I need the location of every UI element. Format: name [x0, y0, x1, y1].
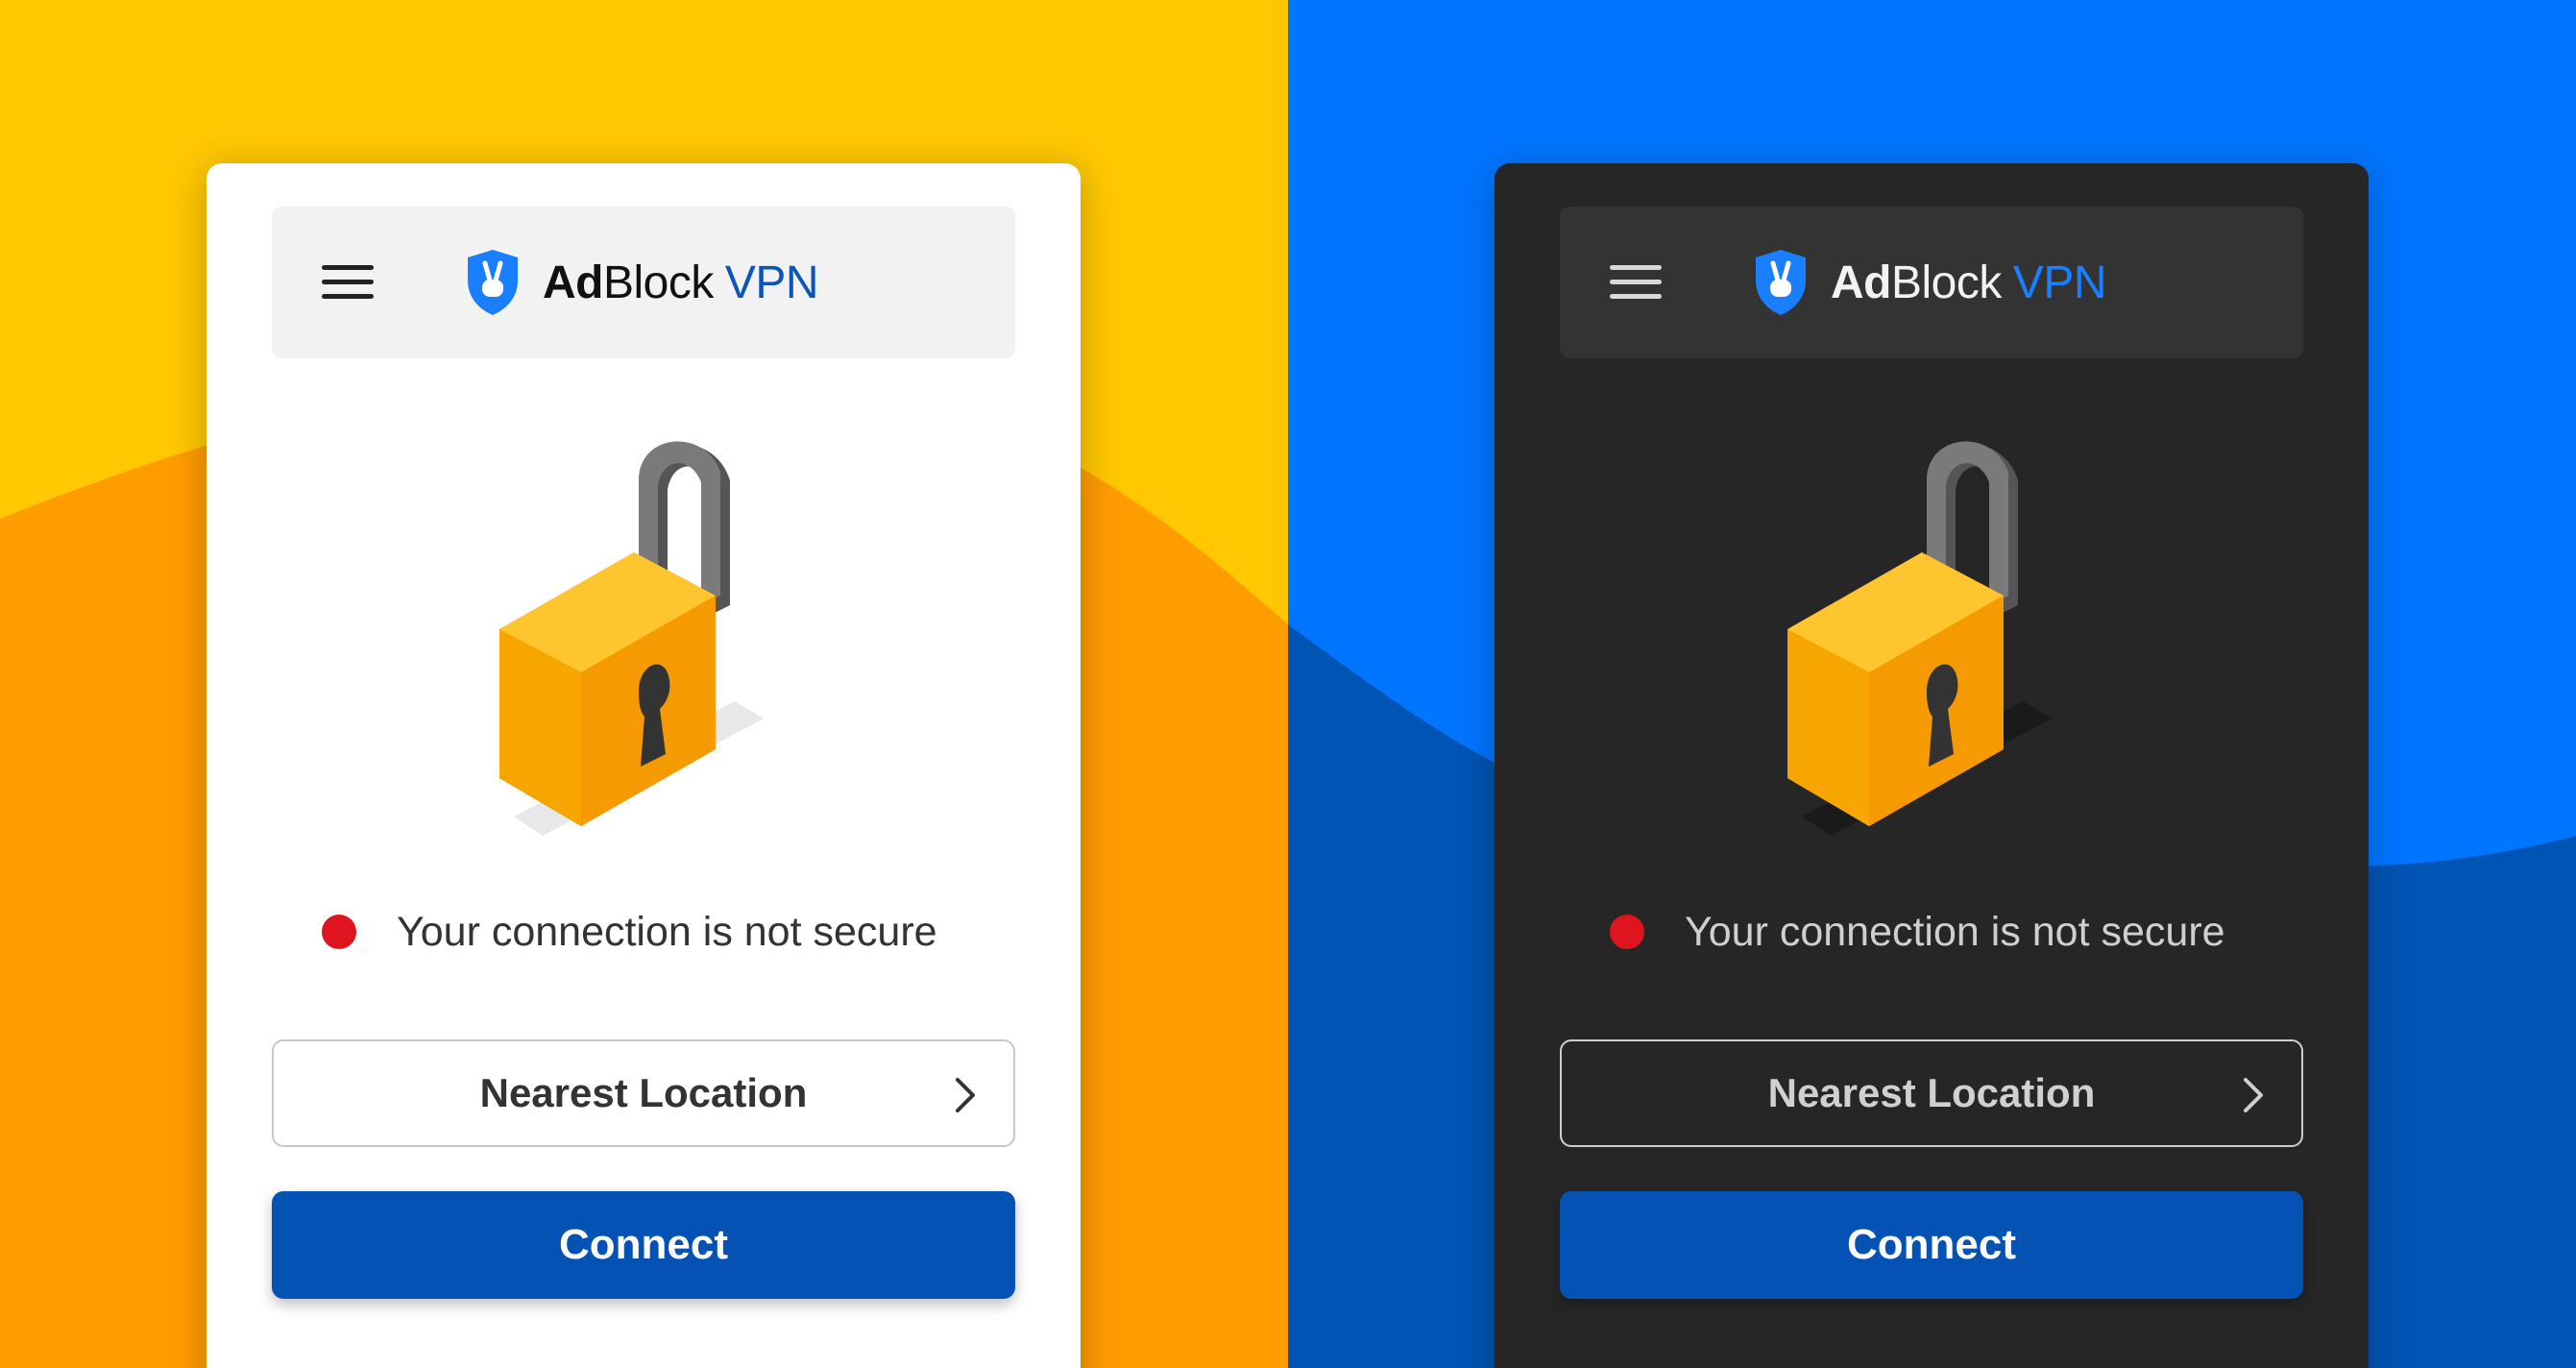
brand-name-block: Block: [1890, 256, 2002, 308]
open-padlock-icon: [1787, 441, 2052, 836]
connection-status: Your connection is not secure: [1610, 903, 2282, 961]
connect-label: Connect: [559, 1221, 728, 1268]
nearest-location-button[interactable]: Nearest Location: [272, 1039, 1015, 1147]
brand-name-block: Block: [602, 256, 714, 308]
status-indicator-dot: [1610, 915, 1644, 949]
brand-name-vpn: VPN: [724, 256, 819, 308]
light-theme-showcase: AdBlock VPN Your connection is not secure…: [0, 0, 1288, 1368]
chevron-right-icon: [2244, 1078, 2263, 1112]
location-label: Nearest Location: [1767, 1070, 2096, 1115]
brand-name-vpn: VPN: [2012, 256, 2107, 308]
hamburger-menu-icon[interactable]: [322, 259, 374, 305]
shield-peace-icon: [468, 250, 518, 315]
status-indicator-dot: [322, 915, 356, 949]
chevron-right-icon: [956, 1078, 975, 1112]
extension-panel-dark: AdBlock VPN Your connection is not secure…: [1495, 163, 2369, 1368]
hamburger-menu-icon[interactable]: [1610, 259, 1662, 305]
shield-peace-icon: [1756, 250, 1806, 315]
connect-label: Connect: [1847, 1221, 2016, 1268]
panel-header: AdBlock VPN: [1560, 207, 2303, 358]
brand-logo: AdBlock VPN: [464, 247, 819, 318]
nearest-location-button[interactable]: Nearest Location: [1560, 1039, 2303, 1147]
status-text: Your connection is not secure: [397, 908, 937, 955]
location-label: Nearest Location: [479, 1070, 808, 1115]
status-text: Your connection is not secure: [1685, 908, 2225, 955]
panel-header: AdBlock VPN: [272, 207, 1015, 358]
brand-name-ad: Ad: [1831, 256, 1891, 308]
dark-theme-showcase: AdBlock VPN Your connection is not secure…: [1288, 0, 2576, 1368]
connect-button[interactable]: Connect: [1560, 1191, 2303, 1299]
extension-panel-light: AdBlock VPN Your connection is not secure…: [207, 163, 1081, 1368]
brand-name-ad: Ad: [543, 256, 603, 308]
connect-button[interactable]: Connect: [272, 1191, 1015, 1299]
brand-logo: AdBlock VPN: [1752, 247, 2107, 318]
open-padlock-icon: [499, 441, 764, 836]
connection-status: Your connection is not secure: [322, 903, 994, 961]
